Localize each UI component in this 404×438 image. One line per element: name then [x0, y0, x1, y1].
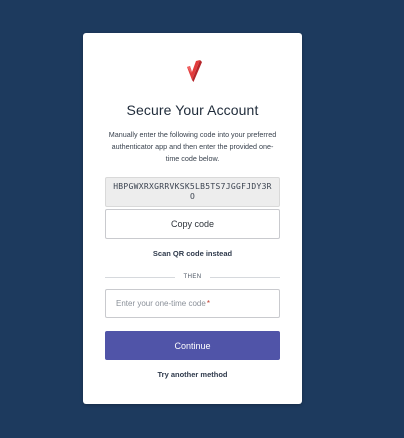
secret-code-display[interactable]: HBPGWXRXGRRVKSK5LB5TS7JGGFJDY3RO — [105, 177, 280, 207]
divider-line-left — [105, 276, 175, 278]
page-title: Secure Your Account — [126, 102, 259, 118]
otp-placeholder: Enter your one-time code — [116, 299, 206, 308]
brand-logo — [184, 58, 202, 84]
copy-code-label: Copy code — [170, 219, 215, 229]
then-divider: THEN — [105, 272, 280, 282]
brand-shield-check-icon — [187, 60, 202, 82]
divider-line-right — [210, 276, 280, 278]
try-another-method-link[interactable]: Try another method — [83, 370, 302, 379]
required-marker: * — [206, 299, 210, 308]
page-background: Secure Your Account Manually enter the f… — [0, 0, 404, 438]
continue-button[interactable]: Continue — [105, 331, 280, 360]
continue-label: Continue — [174, 340, 211, 351]
otp-input[interactable]: Enter your one-time code * — [105, 289, 280, 318]
copy-code-button[interactable]: Copy code — [105, 209, 280, 239]
divider-label: THEN — [183, 274, 202, 280]
instructions-text: Manually enter the following code into y… — [108, 130, 277, 163]
mfa-card: Secure Your Account Manually enter the f… — [83, 33, 302, 404]
scan-qr-link[interactable]: Scan QR code instead — [83, 249, 302, 258]
